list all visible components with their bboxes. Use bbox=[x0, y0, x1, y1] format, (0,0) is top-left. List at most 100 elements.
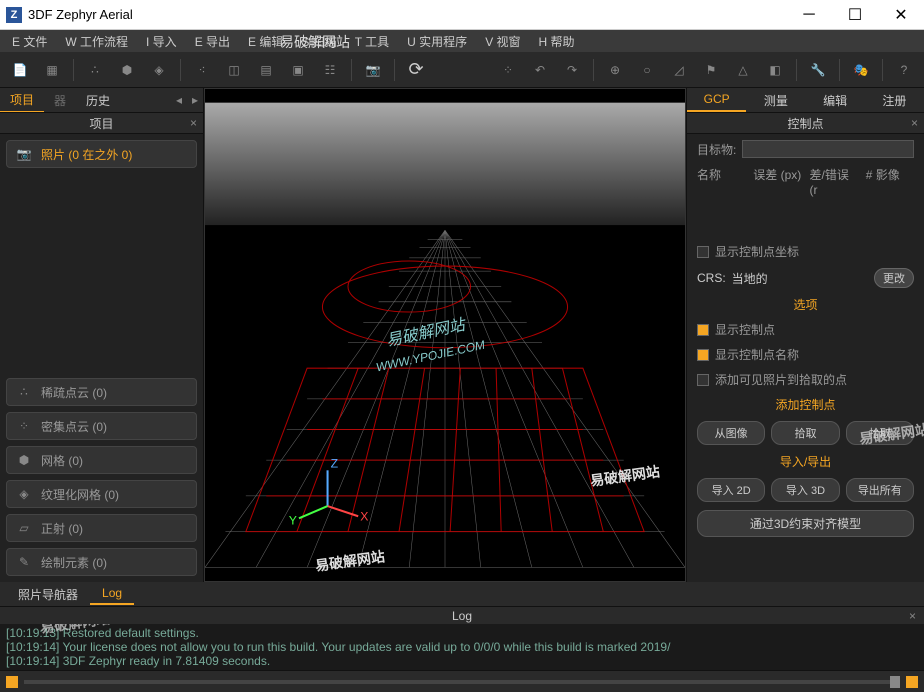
tool-triangle-icon[interactable]: △ bbox=[729, 56, 757, 84]
add-visible-label: 添加可见照片到拾取的点 bbox=[715, 371, 847, 388]
menu-scan[interactable]: S 扫描 bbox=[293, 31, 344, 52]
timeline-slider[interactable] bbox=[24, 680, 900, 684]
tab-photo-navigator[interactable]: 照片导航器 bbox=[6, 583, 90, 606]
tab-register[interactable]: 注册 bbox=[865, 88, 924, 112]
show-coords-label: 显示控制点坐标 bbox=[715, 243, 799, 260]
tool-new-icon[interactable]: 📄 bbox=[6, 56, 34, 84]
add-visible-checkbox[interactable] bbox=[697, 374, 709, 386]
draw-icon: ✎ bbox=[15, 555, 33, 569]
pick-button-2[interactable]: 拾取 bbox=[846, 421, 914, 445]
show-names-checkbox[interactable] bbox=[697, 349, 709, 361]
menu-import[interactable]: I 导入 bbox=[138, 31, 185, 52]
panel-close-icon[interactable]: × bbox=[190, 116, 197, 130]
app-icon: Z bbox=[6, 7, 22, 23]
tool-cube-icon[interactable]: ◧ bbox=[761, 56, 789, 84]
align-model-button[interactable]: 通过3D约束对齐模型 bbox=[697, 510, 914, 537]
tab-edit[interactable]: 编辑 bbox=[806, 88, 865, 112]
tab-gcp[interactable]: GCP bbox=[687, 88, 746, 112]
titlebar: Z 3DF Zephyr Aerial ─ ☐ ✕ bbox=[0, 0, 924, 30]
io-title: 导入/导出 bbox=[697, 453, 914, 470]
tool-points-icon[interactable]: ⁖ bbox=[188, 56, 216, 84]
tool-layers-icon[interactable]: ☷ bbox=[316, 56, 344, 84]
dense-cloud-item[interactable]: ⁘ 密集点云 (0) bbox=[6, 412, 197, 440]
tool-nav-icon[interactable]: ⁘ bbox=[494, 56, 522, 84]
log-close-icon[interactable]: × bbox=[909, 607, 916, 625]
menu-tools[interactable]: T 工具 bbox=[347, 31, 397, 52]
textured-label: 纹理化网格 (0) bbox=[41, 486, 119, 503]
tool-mask-icon[interactable]: 🎭 bbox=[847, 56, 875, 84]
tool-texture-icon[interactable]: ▤ bbox=[252, 56, 280, 84]
tool-mesh-icon[interactable]: ◈ bbox=[145, 56, 173, 84]
log-line: [10:19:14] 3DF Zephyr ready in 7.81409 s… bbox=[6, 654, 918, 668]
tool-wizard-icon[interactable]: ▦ bbox=[38, 56, 66, 84]
tool-help-icon[interactable]: ? bbox=[890, 56, 918, 84]
import-2d-button[interactable]: 导入 2D bbox=[697, 478, 765, 502]
show-cp-checkbox[interactable] bbox=[697, 324, 709, 336]
crs-change-button[interactable]: 更改 bbox=[874, 268, 914, 288]
camera-icon: 📷 bbox=[15, 147, 33, 161]
menu-edit[interactable]: E 编辑 bbox=[240, 31, 291, 52]
statusbar bbox=[0, 670, 924, 692]
svg-text:Z: Z bbox=[331, 456, 339, 470]
tool-redo-icon[interactable]: ↷ bbox=[558, 56, 586, 84]
mesh-item[interactable]: ⬢ 网格 (0) bbox=[6, 446, 197, 474]
menu-utilities[interactable]: U 实用程序 bbox=[399, 31, 475, 52]
app-title: 3DF Zephyr Aerial bbox=[28, 7, 133, 22]
tool-undo-icon[interactable]: ↶ bbox=[526, 56, 554, 84]
tab-project[interactable]: 项目 bbox=[0, 88, 44, 113]
menu-export[interactable]: E 导出 bbox=[187, 31, 238, 52]
import-3d-button[interactable]: 导入 3D bbox=[771, 478, 839, 502]
tab-prev-icon[interactable]: ◂ bbox=[171, 92, 187, 108]
add-cp-title: 添加控制点 bbox=[697, 396, 914, 413]
tool-flag-icon[interactable]: ⚑ bbox=[697, 56, 725, 84]
sparse-cloud-item[interactable]: ∴ 稀疏点云 (0) bbox=[6, 378, 197, 406]
photos-label: 照片 (0 在之外 0) bbox=[41, 146, 132, 163]
target-input[interactable] bbox=[742, 140, 914, 158]
tool-surface-icon[interactable]: ◫ bbox=[220, 56, 248, 84]
ortho-item[interactable]: ▱ 正射 (0) bbox=[6, 514, 197, 542]
textured-mesh-item[interactable]: ◈ 纹理化网格 (0) bbox=[6, 480, 197, 508]
tool-orbit-icon[interactable]: ⊕ bbox=[601, 56, 629, 84]
tool-wrench-icon[interactable]: 🔧 bbox=[804, 56, 832, 84]
tab-next-icon[interactable]: ▸ bbox=[187, 92, 203, 108]
sparse-label: 稀疏点云 (0) bbox=[41, 384, 107, 401]
project-panel-title: 项目 bbox=[89, 115, 113, 132]
menubar: E 文件 W 工作流程 I 导入 E 导出 E 编辑 S 扫描 T 工具 U 实… bbox=[0, 30, 924, 52]
tool-circle-icon[interactable]: ○ bbox=[633, 56, 661, 84]
tool-refresh-icon[interactable]: ⟳ bbox=[402, 56, 430, 84]
pick-button[interactable]: 拾取 bbox=[771, 421, 839, 445]
close-button[interactable]: ✕ bbox=[878, 0, 924, 30]
menu-workflow[interactable]: W 工作流程 bbox=[57, 31, 136, 52]
tab-editor[interactable]: 器 bbox=[44, 89, 76, 112]
menu-help[interactable]: H 帮助 bbox=[531, 31, 583, 52]
crs-label: CRS: bbox=[697, 271, 726, 285]
log-line: [10:19:14] Your license does not allow y… bbox=[6, 640, 918, 654]
log-content: [10:19:13] Restored default settings. [1… bbox=[0, 624, 924, 670]
maximize-button[interactable]: ☐ bbox=[832, 0, 878, 30]
svg-text:X: X bbox=[360, 509, 368, 523]
tool-dense-icon[interactable]: ⬢ bbox=[113, 56, 141, 84]
show-names-label: 显示控制点名称 bbox=[715, 346, 799, 363]
viewport-3d[interactable]: Z X Y 易破解网站 WWW.YPOJIE.COM 易破解网站 易破解网站 bbox=[204, 88, 686, 582]
draw-elements-item[interactable]: ✎ 绘制元素 (0) bbox=[6, 548, 197, 576]
tool-model-icon[interactable]: ▣ bbox=[284, 56, 312, 84]
bottom-tabs: 照片导航器 Log bbox=[0, 582, 924, 606]
tool-camera-icon[interactable]: 📷 bbox=[359, 56, 387, 84]
panel-close-icon[interactable]: × bbox=[911, 116, 918, 130]
tab-log[interactable]: Log bbox=[90, 583, 134, 605]
menu-file[interactable]: E 文件 bbox=[4, 31, 55, 52]
tab-measure[interactable]: 测量 bbox=[746, 88, 805, 112]
tool-pick-icon[interactable]: ◿ bbox=[665, 56, 693, 84]
minimize-button[interactable]: ─ bbox=[786, 0, 832, 30]
draw-label: 绘制元素 (0) bbox=[41, 554, 107, 571]
tool-sparse-icon[interactable]: ∴ bbox=[81, 56, 109, 84]
from-image-button[interactable]: 从图像 bbox=[697, 421, 765, 445]
photos-item[interactable]: 📷 照片 (0 在之外 0) bbox=[6, 140, 197, 168]
menu-view[interactable]: V 视窗 bbox=[477, 31, 528, 52]
tab-history[interactable]: 历史 bbox=[76, 89, 120, 112]
crs-value: 当地的 bbox=[732, 270, 768, 287]
show-coords-checkbox[interactable] bbox=[697, 246, 709, 258]
dense-label: 密集点云 (0) bbox=[41, 418, 107, 435]
svg-text:Y: Y bbox=[289, 513, 297, 527]
export-all-button[interactable]: 导出所有 bbox=[846, 478, 914, 502]
